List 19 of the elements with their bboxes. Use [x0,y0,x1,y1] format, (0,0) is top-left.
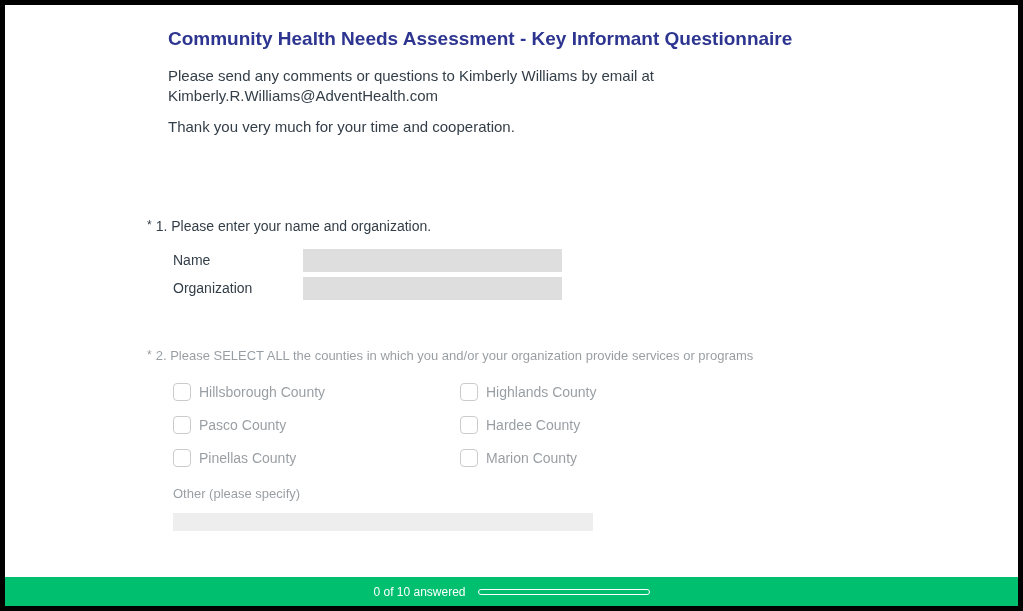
intro-text: Thank you very much for your time and cooperation. [168,116,516,137]
option-label: Pasco County [199,415,287,435]
option-label: Highlands County [486,382,597,402]
input-field[interactable] [303,277,562,300]
option-label: Pinellas County [199,448,297,468]
intro-text: Please send any comments or questions to Kimberly Williams by email at Kimberly.R.Williams@AdventHealth.com [168,65,656,106]
question-label: 2. Please SELECT ALL the counties in which you and/or your organization provide services or programs [155,347,754,365]
option-label: Marion County [486,448,578,468]
progress-text: 0 of 10 answered [373,583,466,601]
input-field[interactable] [303,249,562,272]
required-asterisk: * [147,347,152,364]
other-label: Other (please specify) [173,485,301,501]
option-label: Hardee County [486,415,581,435]
field-label: Name [172,251,212,270]
option-label: Hillsborough County [199,382,326,402]
required-asterisk: * [147,217,152,234]
question-label: 1. Please enter your name and organization. [155,217,432,236]
field-label: Organization [172,279,254,298]
survey-title: Community Health Needs Assessment - Key Informant Questionnaire [168,27,794,51]
